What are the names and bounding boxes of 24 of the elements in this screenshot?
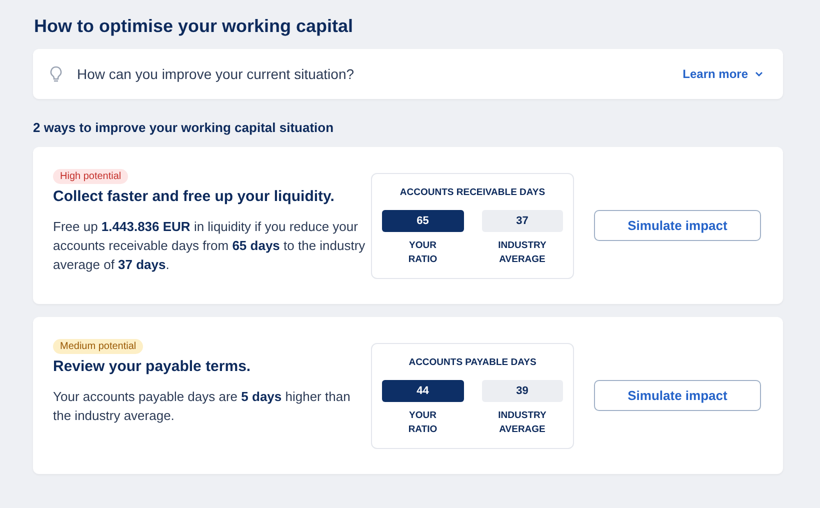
- metric-value: 44: [382, 380, 464, 402]
- metric-value: 39: [482, 380, 563, 402]
- page-title: How to optimise your working capital: [34, 16, 354, 37]
- metric-value: 37: [482, 210, 563, 232]
- metric-title: ACCOUNTS RECEIVABLE DAYS: [398, 186, 546, 198]
- potential-tag: Medium potential: [53, 339, 144, 354]
- metric-value: 65: [382, 210, 464, 232]
- metric-label: YOUR RATIO: [407, 408, 438, 436]
- metric-label: INDUSTRY AVERAGE: [497, 238, 548, 266]
- metric-title: ACCOUNTS PAYABLE DAYS: [408, 356, 538, 368]
- card-description: Free up 1.443.836 EUR in liquidity if you reduce your accounts receivable days from 65 days to the industry average of 37 days.: [53, 218, 366, 274]
- simulate-impact-button[interactable]: Simulate impact: [594, 210, 761, 241]
- learn-more-link[interactable]: Learn more: [682, 67, 763, 81]
- chevron-icon: [755, 71, 763, 77]
- simulate-impact-button[interactable]: Simulate impact: [594, 380, 761, 411]
- potential-tag: High potential: [53, 169, 128, 184]
- card-description: Your accounts payable days are 5 days higher than the industry average.: [53, 388, 352, 425]
- lightbulb-icon: [50, 66, 62, 82]
- card-heading: Review your payable terms.: [53, 358, 252, 375]
- section-subtitle: 2 ways to improve your working capital situation: [33, 120, 335, 135]
- metric-label: YOUR RATIO: [407, 238, 438, 266]
- card-heading: Collect faster and free up your liquidity.: [53, 188, 336, 205]
- metric-label: INDUSTRY AVERAGE: [497, 408, 548, 436]
- info-question: How can you improve your current situation?: [77, 66, 356, 82]
